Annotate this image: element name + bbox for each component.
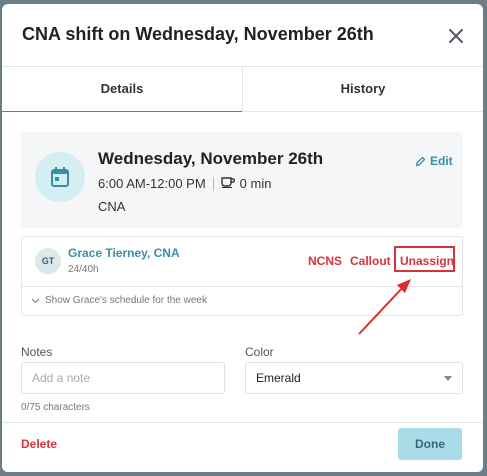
annotation-arrow bbox=[358, 279, 411, 335]
